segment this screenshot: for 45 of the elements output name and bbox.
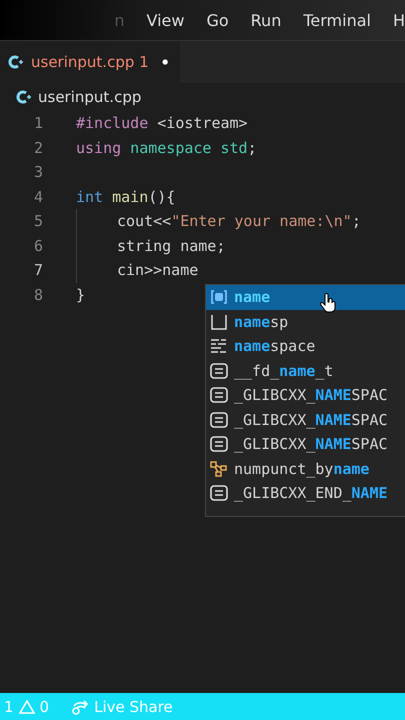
menu-item[interactable]: H: [392, 10, 405, 30]
menu-item[interactable]: View: [146, 10, 184, 30]
code-line: int main(){: [76, 188, 176, 206]
suggestion-item[interactable]: _GLIBCXX_NAMESPAC: [206, 432, 405, 456]
menu-item[interactable]: Go: [206, 10, 229, 30]
suggestion-item[interactable]: _GLIBCXX_NAMESPAC: [206, 383, 405, 408]
line-number: 1: [32, 114, 43, 132]
field-icon: [210, 410, 228, 429]
line-number: 7: [32, 261, 43, 280]
cpp-file-icon: [16, 89, 32, 105]
line-number: 3: [32, 163, 43, 182]
field-icon: [210, 435, 228, 454]
code-line: #include <iostream>: [76, 114, 248, 132]
cpp-file-icon: [8, 54, 24, 70]
line-number: 6: [32, 236, 43, 255]
suggestion-item[interactable]: numpunct_byname: [206, 456, 405, 481]
code-line: }: [76, 286, 86, 304]
line-number: 8: [32, 286, 43, 304]
suggestion-item[interactable]: _GLIBCXX_NAMESPAC: [206, 408, 405, 432]
menu-item[interactable]: Run: [250, 10, 282, 30]
suggestion-item[interactable]: name: [206, 285, 405, 310]
class-icon: [210, 460, 228, 478]
field-icon: [210, 362, 228, 380]
variable-icon: [210, 288, 228, 306]
code-line: using namespace std;: [76, 138, 257, 157]
field-icon: [210, 484, 228, 502]
code-line: cout<<"Enter your name:\n";: [117, 212, 361, 230]
file-tab[interactable]: userinput.cpp 1: [0, 41, 180, 83]
keyword-icon: [210, 337, 228, 356]
share-arrow-icon: [71, 698, 90, 714]
line-number: 2: [32, 138, 43, 157]
code-line: string name;: [117, 236, 226, 255]
code-line: cin>>name: [117, 261, 198, 280]
line-number: 4: [32, 188, 43, 206]
suggestion-item[interactable]: _GLIBCXX_END_NAME: [206, 481, 405, 506]
menu-item[interactable]: Terminal: [303, 10, 371, 30]
suggestion-item[interactable]: namespace: [206, 334, 405, 358]
hand-pointer-icon: [320, 293, 336, 313]
line-number: 5: [32, 212, 43, 230]
warning-icon: [18, 700, 35, 714]
snippet-icon: [210, 312, 228, 331]
suggestion-item[interactable]: namesp: [206, 310, 405, 334]
breadcrumb-item[interactable]: userinput.cpp: [38, 88, 142, 106]
suggestion-item[interactable]: __fd_name_t: [206, 358, 405, 383]
field-icon: [210, 386, 228, 404]
